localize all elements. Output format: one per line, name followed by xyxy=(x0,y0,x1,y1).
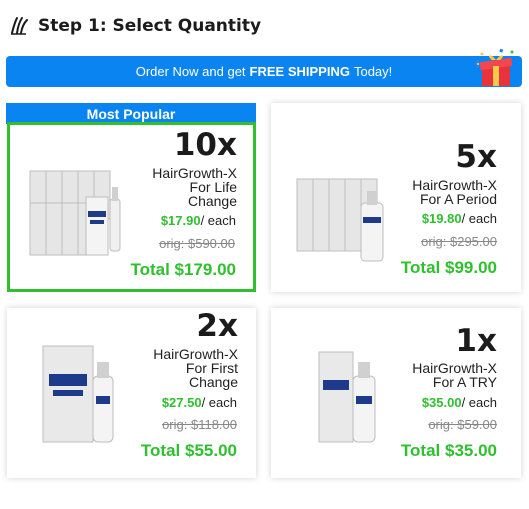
total-price: Total $99.00 xyxy=(400,258,497,277)
original-price: orig: $59.00 xyxy=(428,417,497,432)
product-name: HairGrowth-X For Life Change xyxy=(152,165,237,209)
original-price: orig: $295.00 xyxy=(421,234,497,249)
unit-price: $17.90/ each xyxy=(160,213,236,228)
page-title: Step 1: Select Quantity xyxy=(38,16,262,36)
total-price: Total $35.00 xyxy=(400,441,497,460)
unit-price: $19.80/ each xyxy=(421,211,497,226)
offer-card-10x[interactable]: 10x HairGrowth-X For Life Change $17.90/ e… xyxy=(7,122,256,292)
product-bottles-10x-image xyxy=(29,170,121,256)
offer-card-1x[interactable]: 1x HairGrowth-X For A TRY $35.00/ each or… xyxy=(271,308,521,478)
banner-suffix: Today! xyxy=(353,64,393,79)
offer-card-2x[interactable]: 2x HairGrowth-X For First Change $27.50/ e… xyxy=(7,308,256,478)
banner-highlight: FREE SHIPPING xyxy=(249,64,350,79)
quantity-label: 2x xyxy=(196,308,238,344)
product-bottles-2x-image xyxy=(42,345,114,443)
original-price: orig: $590.00 xyxy=(159,236,235,251)
hair-logo-icon xyxy=(8,15,30,37)
total-price: Total $179.00 xyxy=(130,260,236,279)
product-name: HairGrowth-X For First Change xyxy=(153,346,238,390)
total-price: Total $55.00 xyxy=(140,441,237,460)
offer-card-5x[interactable]: 5x HairGrowth-X For A Period $19.80/ each… xyxy=(271,103,521,292)
unit-price: $27.50/ each xyxy=(161,395,237,410)
quantity-label: 10x xyxy=(173,127,237,163)
product-bottle-1x-image xyxy=(318,351,376,443)
most-popular-badge: Most Popular xyxy=(6,103,256,124)
product-name: HairGrowth-X For A TRY xyxy=(412,360,497,390)
original-price: orig: $118.00 xyxy=(162,417,237,432)
gift-box-icon xyxy=(476,48,516,86)
free-shipping-banner[interactable]: Order Now and get FREE SHIPPING Today! xyxy=(6,48,522,87)
step-header: Step 1: Select Quantity xyxy=(8,12,261,40)
banner-prefix: Order Now and get xyxy=(135,64,246,79)
product-name: HairGrowth-X For A Period xyxy=(412,177,497,207)
quantity-label: 1x xyxy=(455,323,497,359)
product-bottles-5x-image xyxy=(296,178,384,262)
unit-price: $35.00/ each xyxy=(421,395,497,410)
quantity-label: 5x xyxy=(455,139,497,175)
